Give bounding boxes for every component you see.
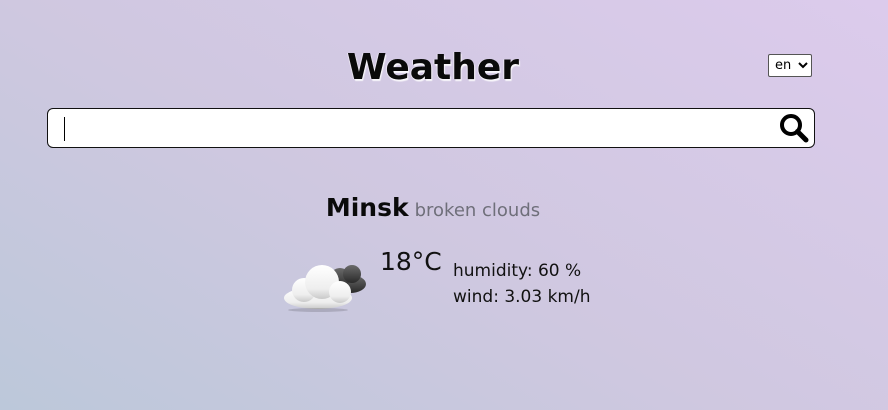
search-input[interactable]	[58, 113, 762, 145]
city-name: Minsk	[325, 193, 409, 222]
weather-description: broken clouds	[414, 200, 541, 221]
search-bar	[47, 108, 815, 148]
language-select[interactable]: en	[768, 54, 812, 77]
text-caret	[64, 117, 65, 141]
search-button[interactable]	[778, 112, 812, 144]
search-icon	[780, 114, 809, 143]
city-header: Minsk broken clouds	[0, 193, 866, 222]
wind-text: wind: 3.03 km/h	[453, 287, 591, 307]
weather-details: humidity: 60 % wind: 3.03 km/h	[453, 258, 591, 310]
humidity-text: humidity: 60 %	[453, 261, 582, 281]
page-title: Weather	[346, 47, 520, 88]
temperature: 18°C	[380, 247, 442, 276]
broken-clouds-icon	[280, 252, 372, 314]
